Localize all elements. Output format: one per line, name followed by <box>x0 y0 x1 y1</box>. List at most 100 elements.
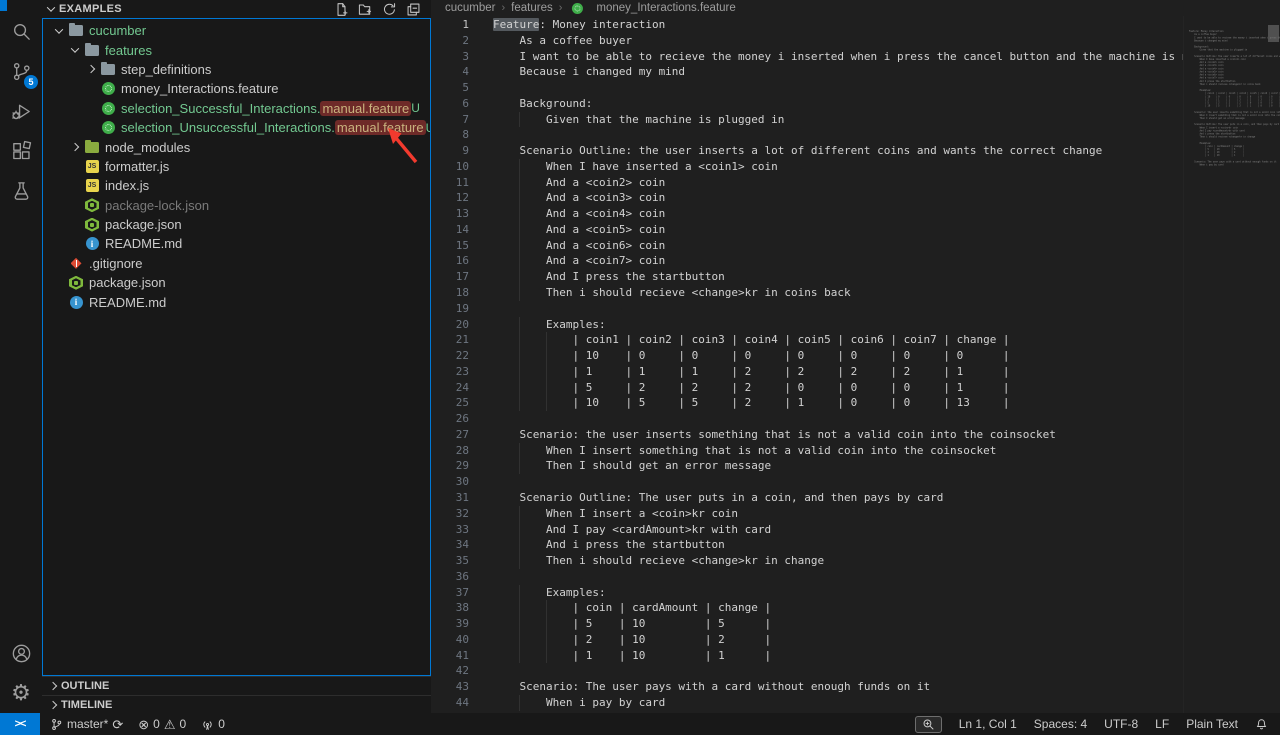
chevron-down-icon <box>71 44 79 52</box>
code-line: 25 | 10 | 5 | 5 | 2 | 1 | 0 | 0 | 13 | <box>431 395 1183 411</box>
source-control-button[interactable]: 5 <box>0 51 42 91</box>
encoding-item[interactable]: UTF-8 <box>1104 717 1138 731</box>
line-text: Given that the machine is plugged in <box>493 112 1183 128</box>
settings-button[interactable]: ⚙ <box>0 673 42 713</box>
new-folder-button[interactable] <box>357 1 373 17</box>
code-line: 3 I want to be able to recieve the money… <box>431 49 1183 65</box>
breadcrumb-item-cucumber[interactable]: cucumber <box>445 2 496 14</box>
new-file-button[interactable] <box>333 1 349 17</box>
ports-count: 0 <box>218 717 225 731</box>
collapse-all-button[interactable] <box>405 1 421 17</box>
line-number: 28 <box>431 443 469 459</box>
tree-item-readme.md[interactable]: iREADME.md <box>43 234 430 253</box>
cursor-position-item[interactable]: Ln 1, Col 1 <box>959 717 1017 731</box>
tree-item-package-lock.json[interactable]: package-lock.json <box>43 196 430 215</box>
tree-item-step_definitions[interactable]: step_definitions <box>43 60 430 79</box>
run-debug-button[interactable] <box>0 91 42 131</box>
tree-item-selection_successful_interactions.[interactable]: selection_Successful_Interactions.manual… <box>43 99 430 118</box>
refresh-button[interactable] <box>381 1 397 17</box>
tree-item-node_modules[interactable]: node_modules <box>43 137 430 156</box>
activity-bar: 5 ⚙ <box>0 0 42 713</box>
tree-item-index.js[interactable]: JSindex.js <box>43 176 430 195</box>
code-line: 43 Scenario: The user pays with a card w… <box>431 679 1183 695</box>
code-editor[interactable]: 1Feature: Money interaction2 As a coffee… <box>431 16 1183 713</box>
collapse-all-icon <box>406 2 421 17</box>
cucumber-file-icon <box>570 2 585 13</box>
sync-icon[interactable]: ⟳ <box>112 718 123 731</box>
tree-item-money_interactions.feature[interactable]: money_Interactions.feature <box>43 79 430 98</box>
search-button[interactable] <box>0 11 42 51</box>
line-text: Examples: <box>493 317 1183 333</box>
line-number: 17 <box>431 269 469 285</box>
breadcrumb-separator: › <box>559 2 563 14</box>
git-branch-icon <box>50 718 63 731</box>
testing-button[interactable] <box>0 171 42 211</box>
tree-item-features[interactable]: features <box>43 40 430 59</box>
chevron-down-icon <box>55 25 63 33</box>
line-number: 44 <box>431 695 469 711</box>
file-tree[interactable]: cucumberfeaturesstep_definitionsmoney_In… <box>42 18 431 676</box>
remote-indicator[interactable]: >< <box>0 713 40 735</box>
screencast-zoom-item[interactable] <box>915 716 942 733</box>
line-text: When i pay by card <box>493 695 1183 711</box>
line-number: 25 <box>431 395 469 411</box>
line-text <box>493 474 1183 490</box>
tree-item-readme.md[interactable]: iREADME.md <box>43 292 430 311</box>
ports-item[interactable]: 0 <box>201 717 225 731</box>
tree-item-cucumber[interactable]: cucumber <box>43 21 430 40</box>
git-branch-item[interactable]: master* ⟳ <box>50 717 123 731</box>
chevron-down-icon[interactable] <box>47 3 55 11</box>
language-mode-item[interactable]: Plain Text <box>1186 717 1238 731</box>
problems-item[interactable]: ⊗ 0 ⚠ 0 <box>138 717 186 731</box>
indent-guide <box>546 616 547 632</box>
tree-item-package.json[interactable]: package.json <box>43 215 430 234</box>
folder-icon <box>67 25 85 36</box>
minimap[interactable]: Feature: Money interaction As a coffee b… <box>1183 16 1280 713</box>
npm-icon <box>67 276 85 290</box>
twisty <box>51 28 67 34</box>
breadcrumb-item-file[interactable]: money_Interactions.feature <box>596 2 735 14</box>
code-line: 35 Then i should recieve <change>kr in c… <box>431 553 1183 569</box>
tree-item-package.json[interactable]: package.json <box>43 273 430 292</box>
testing-icon <box>10 180 33 203</box>
twisty <box>67 144 83 150</box>
scrollbar-thumb[interactable] <box>1268 25 1279 42</box>
line-text: Background: <box>493 96 1183 112</box>
line-number: 36 <box>431 569 469 585</box>
account-icon <box>10 642 33 665</box>
account-button[interactable] <box>0 633 42 673</box>
tree-item-formatter.js[interactable]: JSformatter.js <box>43 157 430 176</box>
line-text: When I have inserted a <coin1> coin <box>493 159 1183 175</box>
line-number: 20 <box>431 317 469 333</box>
code-line: 7 Given that the machine is plugged in <box>431 112 1183 128</box>
code-line: 38 | coin | cardAmount | change | <box>431 600 1183 616</box>
npm-icon <box>83 198 101 212</box>
line-text: | 5 | 2 | 2 | 2 | 0 | 0 | 0 | 1 | <box>493 380 1183 396</box>
activity-bar-bottom: ⚙ <box>0 622 42 713</box>
twisty <box>67 47 83 53</box>
breadcrumb-separator: › <box>502 2 506 14</box>
indent-guide <box>546 600 547 616</box>
line-number: 42 <box>431 663 469 679</box>
notifications-bell[interactable] <box>1255 718 1268 731</box>
line-text: | 5 | 10 | 5 | <box>493 616 1183 632</box>
indent-guide <box>546 632 547 648</box>
chevron-right-icon <box>87 65 95 73</box>
outline-panel-header[interactable]: OUTLINE <box>42 676 431 695</box>
indent-guide <box>519 175 520 191</box>
extensions-button[interactable] <box>0 131 42 171</box>
indent-guide <box>519 112 520 128</box>
eol-item[interactable]: LF <box>1155 717 1169 731</box>
code-line: 10 When I have inserted a <coin1> coin <box>431 159 1183 175</box>
line-text: | 1 | 10 | 1 | <box>493 648 1183 664</box>
tree-item-.gitignore[interactable]: .gitignore <box>43 254 430 273</box>
tree-item-selection_unsuccessful_interactions.[interactable]: selection_Unsuccessful_Interactions.manu… <box>43 118 430 137</box>
code-line: 4 Because i changed my mind <box>431 64 1183 80</box>
line-number: 14 <box>431 222 469 238</box>
indentation-item[interactable]: Spaces: 4 <box>1034 717 1087 731</box>
breadcrumb-item-features[interactable]: features <box>511 2 553 14</box>
line-number: 40 <box>431 632 469 648</box>
timeline-panel-header[interactable]: TIMELINE <box>42 695 431 714</box>
line-text: And a <coin5> coin <box>493 222 1183 238</box>
outline-label: OUTLINE <box>61 680 109 692</box>
